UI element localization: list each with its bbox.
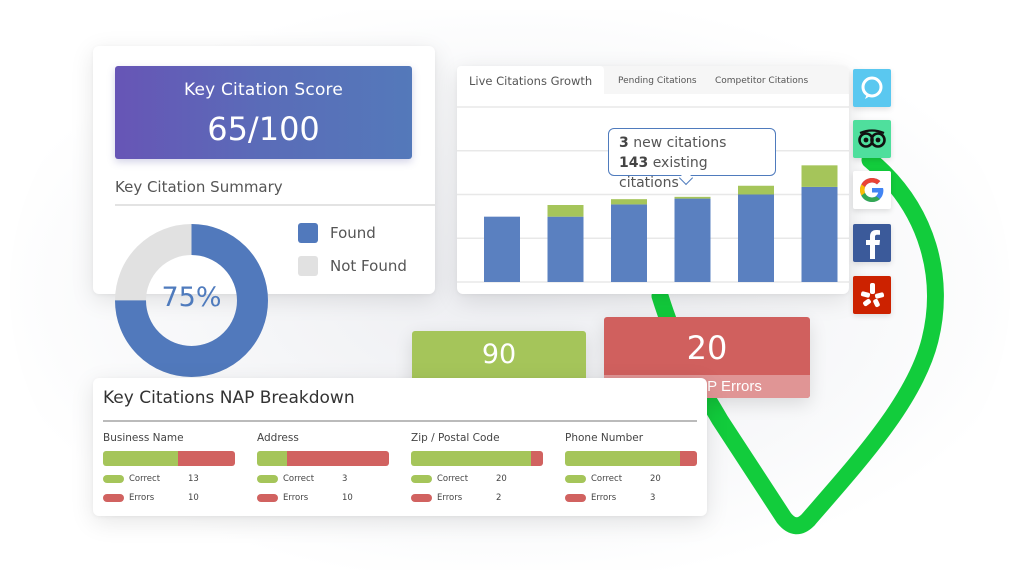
google-icon[interactable] bbox=[853, 171, 891, 209]
tripadvisor-icon[interactable] bbox=[853, 120, 891, 158]
nap-correct-count: 20 bbox=[496, 474, 507, 484]
donut-center-label: 75% bbox=[161, 282, 222, 313]
nap-bar-correct-segment bbox=[103, 451, 178, 466]
nap-correct-row: Correct 20 bbox=[411, 474, 507, 484]
nap-divider bbox=[103, 420, 697, 422]
correct-pill-icon bbox=[103, 475, 124, 483]
score-value: 65/100 bbox=[207, 110, 320, 148]
nap-bar-errors-segment bbox=[287, 451, 389, 466]
tooltip-existing-line: 143 existing citations bbox=[619, 153, 765, 193]
nap-errors-row: Errors 2 bbox=[411, 493, 501, 503]
score-title: Key Citation Score bbox=[183, 80, 344, 100]
nap-column-title: Address bbox=[257, 432, 299, 444]
nap-errors-count: 10 bbox=[188, 493, 199, 503]
bar-new-citations[interactable] bbox=[547, 205, 584, 217]
errors-pill-icon bbox=[411, 494, 432, 502]
nap-correct-label: Correct bbox=[283, 474, 315, 484]
correct-stat-value: 90 bbox=[481, 339, 517, 370]
nap-correct-count: 3 bbox=[342, 474, 348, 484]
nap-column-title: Business Name bbox=[103, 432, 184, 444]
legend-item-found: Found bbox=[298, 223, 376, 243]
chart-tooltip: 3 new citations 143 existing citations bbox=[608, 128, 776, 191]
bar-existing-citations[interactable] bbox=[801, 186, 838, 282]
nap-bar-correct-segment bbox=[565, 451, 680, 466]
nap-bar-errors-segment bbox=[679, 451, 697, 466]
nap-correct-label: Correct bbox=[437, 474, 469, 484]
nap-bar-errors-segment bbox=[177, 451, 235, 466]
nap-column-title: Zip / Postal Code bbox=[411, 432, 500, 444]
bar-new-citations[interactable] bbox=[674, 196, 711, 199]
tooltip-new-line: 3 new citations bbox=[619, 133, 765, 153]
correct-pill-icon bbox=[411, 475, 432, 483]
nap-column-title: Phone Number bbox=[565, 432, 644, 444]
nap-bar-correct-segment bbox=[411, 451, 531, 466]
errors-pill-icon bbox=[565, 494, 586, 502]
nap-errors-label: Errors bbox=[283, 493, 309, 503]
nap-correct-label: Correct bbox=[129, 474, 161, 484]
nap-column: Business Name Correct 13 Errors 10 bbox=[103, 432, 235, 503]
summary-divider bbox=[115, 204, 435, 206]
nap-ratio-bar bbox=[257, 451, 389, 466]
key-citation-score-box: Key Citation Score 65/100 bbox=[115, 66, 412, 159]
nap-errors-count: 2 bbox=[496, 493, 502, 503]
nap-errors-stat-value: 20 bbox=[686, 329, 728, 367]
nap-errors-row: Errors 10 bbox=[103, 493, 199, 503]
correct-pill-icon bbox=[257, 475, 278, 483]
tooltip-existing-count: 143 bbox=[619, 155, 649, 171]
summary-title: Key Citation Summary bbox=[115, 178, 283, 196]
alexa-icon[interactable] bbox=[853, 69, 891, 107]
nap-correct-label: Correct bbox=[591, 474, 623, 484]
nap-ratio-bar bbox=[565, 451, 697, 466]
nap-breakdown-card: Key Citations NAP Breakdown Business Nam… bbox=[93, 378, 707, 516]
legend-item-not-found: Not Found bbox=[298, 256, 407, 276]
nap-correct-row: Correct 3 bbox=[257, 474, 347, 484]
bar-existing-citations[interactable] bbox=[674, 198, 711, 282]
facebook-icon[interactable] bbox=[853, 224, 891, 262]
nap-errors-label: Errors bbox=[129, 493, 155, 503]
legend-label-found: Found bbox=[330, 224, 376, 242]
nap-column: Address Correct 3 Errors 10 bbox=[257, 432, 389, 503]
bar-existing-citations[interactable] bbox=[547, 216, 584, 282]
nap-breakdown-title: Key Citations NAP Breakdown bbox=[103, 388, 355, 408]
nap-correct-row: Correct 20 bbox=[565, 474, 661, 484]
nap-errors-row: Errors 3 bbox=[565, 493, 655, 503]
nap-correct-row: Correct 13 bbox=[103, 474, 199, 484]
nap-bar-errors-segment bbox=[531, 451, 543, 466]
nap-correct-count: 13 bbox=[188, 474, 199, 484]
errors-pill-icon bbox=[103, 494, 124, 502]
errors-pill-icon bbox=[257, 494, 278, 502]
nap-errors-row: Errors 10 bbox=[257, 493, 353, 503]
nap-ratio-bar bbox=[103, 451, 235, 466]
nap-errors-label: Errors bbox=[591, 493, 617, 503]
nap-column: Phone Number Correct 20 Errors 3 bbox=[565, 432, 697, 503]
nap-ratio-bar bbox=[411, 451, 543, 466]
bar-existing-citations[interactable] bbox=[738, 194, 774, 283]
tooltip-new-text: new citations bbox=[633, 135, 727, 151]
yelp-icon[interactable] bbox=[853, 276, 891, 314]
legend-swatch-not-found bbox=[298, 256, 318, 276]
bar-existing-citations[interactable] bbox=[611, 204, 647, 282]
nap-column: Zip / Postal Code Correct 20 Errors 2 bbox=[411, 432, 543, 503]
nap-errors-count: 10 bbox=[342, 493, 353, 503]
nap-errors-count: 3 bbox=[650, 493, 656, 503]
bar-new-citations[interactable] bbox=[611, 199, 647, 205]
nap-bar-correct-segment bbox=[257, 451, 288, 466]
bar-new-citations[interactable] bbox=[801, 165, 838, 187]
legend-swatch-found bbox=[298, 223, 318, 243]
bar-existing-citations[interactable] bbox=[484, 216, 520, 282]
nap-errors-label: Errors bbox=[437, 493, 463, 503]
tooltip-new-count: 3 bbox=[619, 135, 629, 151]
correct-pill-icon bbox=[565, 475, 586, 483]
nap-correct-count: 20 bbox=[650, 474, 661, 484]
legend-label-not-found: Not Found bbox=[330, 257, 407, 275]
